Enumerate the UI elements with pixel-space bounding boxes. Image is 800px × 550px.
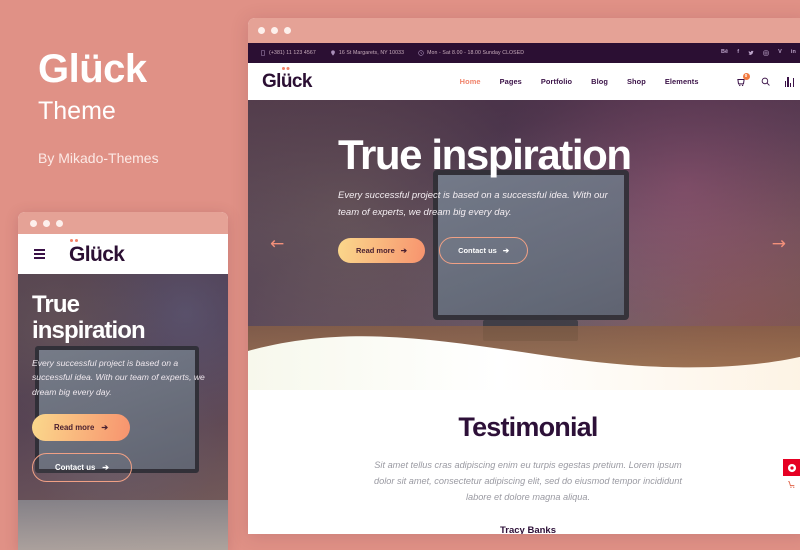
contact-us-label: Contact us [458, 246, 497, 256]
hamburger-menu-icon[interactable] [34, 249, 45, 259]
nav-item-shop[interactable]: Shop [627, 77, 646, 86]
topbar-address: 16 St Margarets, NY 10033 [330, 50, 404, 56]
floating-side-widgets [783, 459, 800, 493]
nav-item-portfolio[interactable]: Portfolio [541, 77, 572, 86]
hero-paragraph: Every successful project is based on a s… [338, 190, 608, 218]
twitter-icon[interactable] [748, 50, 754, 56]
mobile-contact-us-button[interactable]: Contact us ➔ [32, 452, 132, 482]
main-navigation: Home Pages Portfolio Blog Shop Elements … [460, 72, 794, 87]
facebook-icon[interactable]: f [737, 50, 739, 56]
arrow-right-icon: ➔ [102, 462, 109, 472]
floating-cart-button[interactable] [783, 476, 800, 493]
site-navbar: Glück Home Pages Portfolio Blog Shop Ele… [248, 63, 800, 100]
topbar-address-text: 16 St Margarets, NY 10033 [338, 50, 405, 56]
mobile-hero-photo-desk [18, 500, 228, 550]
mobile-read-more-button[interactable]: Read more ➔ [32, 413, 130, 441]
mobile-read-more-label: Read more [54, 422, 95, 432]
topbar-social-links: Bē f V in [721, 50, 796, 56]
linkedin-icon[interactable]: in [791, 50, 796, 56]
nav-item-pages[interactable]: Pages [500, 77, 522, 86]
testimonial-quote: Sit amet tellus cras adipiscing enim eu … [374, 460, 682, 503]
nav-icon-group: 0 [736, 72, 794, 87]
cart-button[interactable]: 0 [736, 72, 750, 87]
testimonial-title: Testimonial [458, 412, 598, 442]
arrow-right-icon: ➔ [400, 246, 408, 256]
window-minimize-dot[interactable] [43, 219, 50, 227]
pinterest-icon [787, 463, 796, 472]
browser-titlebar [248, 18, 800, 43]
topbar-phone: (+381) 11 123 4567 [260, 50, 316, 56]
mobile-hero-heading-line2: inspiration [32, 316, 146, 344]
instagram-icon[interactable] [763, 50, 769, 56]
topbar-phone-text: (+381) 11 123 4567 [269, 50, 316, 56]
mobile-navbar: Glück [18, 234, 228, 274]
cart-icon [788, 481, 795, 488]
mobile-hero: True inspiration Every successful projec… [18, 274, 228, 550]
read-more-button[interactable]: Read more ➔ [338, 238, 426, 264]
search-icon[interactable] [761, 77, 770, 86]
mobile-browser-mockup: Glück True inspiration Every successful … [18, 212, 228, 550]
cart-count-badge: 0 [742, 72, 750, 80]
nav-item-home[interactable]: Home [460, 77, 481, 86]
window-minimize-dot[interactable] [271, 27, 278, 34]
site-topbar: (+381) 11 123 4567 16 St Margarets, NY 1… [248, 43, 800, 63]
contact-us-button[interactable]: Contact us ➔ [439, 237, 529, 265]
mobile-hero-button-group: Read more ➔ Contact us ➔ [32, 413, 228, 482]
clock-icon [418, 50, 424, 56]
phone-icon [260, 50, 266, 56]
mobile-hero-content: True inspiration Every successful projec… [18, 274, 228, 482]
mobile-contact-us-label: Contact us [55, 462, 96, 472]
hero-button-group: Read more ➔ Contact us ➔ [338, 237, 800, 265]
window-maximize-dot[interactable] [284, 27, 291, 34]
vimeo-icon[interactable]: V [778, 50, 782, 56]
mobile-site-logo[interactable]: Glück [69, 244, 125, 265]
topbar-hours-text: Mon - Sat 8.00 - 18.00 Sunday CLOSED [427, 50, 525, 56]
promo-byline: By Mikado-Themes [38, 149, 159, 166]
read-more-label: Read more [356, 246, 395, 256]
desktop-browser-mockup: (+381) 11 123 4567 16 St Margarets, NY 1… [248, 18, 800, 534]
testimonial-section: Testimonial Sit amet tellus cras adipisc… [248, 390, 800, 534]
window-maximize-dot[interactable] [56, 219, 63, 227]
pinterest-save-button[interactable] [783, 459, 800, 476]
hero-content: True inspiration Every successful projec… [248, 100, 800, 265]
topbar-hours: Mon - Sat 8.00 - 18.00 Sunday CLOSED [418, 50, 524, 56]
site-logo[interactable]: Glück [262, 72, 312, 91]
nav-item-blog[interactable]: Blog [591, 77, 608, 86]
mobile-titlebar [18, 212, 228, 234]
promo-subtitle: Theme [38, 97, 116, 125]
window-close-dot[interactable] [258, 27, 265, 34]
mobile-hero-heading-line1: True [32, 291, 80, 318]
window-close-dot[interactable] [30, 219, 37, 227]
map-pin-icon [330, 50, 336, 56]
testimonial-author: Tracy Banks [500, 525, 556, 534]
nav-item-elements[interactable]: Elements [665, 77, 699, 86]
hero-wave-divider [248, 336, 800, 390]
hero-next-arrow[interactable]: → [772, 236, 786, 253]
arrow-right-icon: ➔ [502, 246, 510, 256]
hero-heading: True inspiration [338, 131, 632, 178]
sidebar-menu-icon[interactable] [784, 76, 794, 87]
behance-icon[interactable]: Bē [721, 50, 728, 56]
hero-slider: ← → True inspiration Every successful pr… [248, 100, 800, 390]
mobile-hero-paragraph: Every successful project is based on a s… [32, 357, 205, 398]
promo-block: Glück Theme By Mikado-Themes [38, 48, 248, 166]
promo-title: Glück [38, 47, 147, 91]
hero-prev-arrow[interactable]: ← [270, 236, 284, 253]
arrow-right-icon: ➔ [101, 422, 108, 432]
